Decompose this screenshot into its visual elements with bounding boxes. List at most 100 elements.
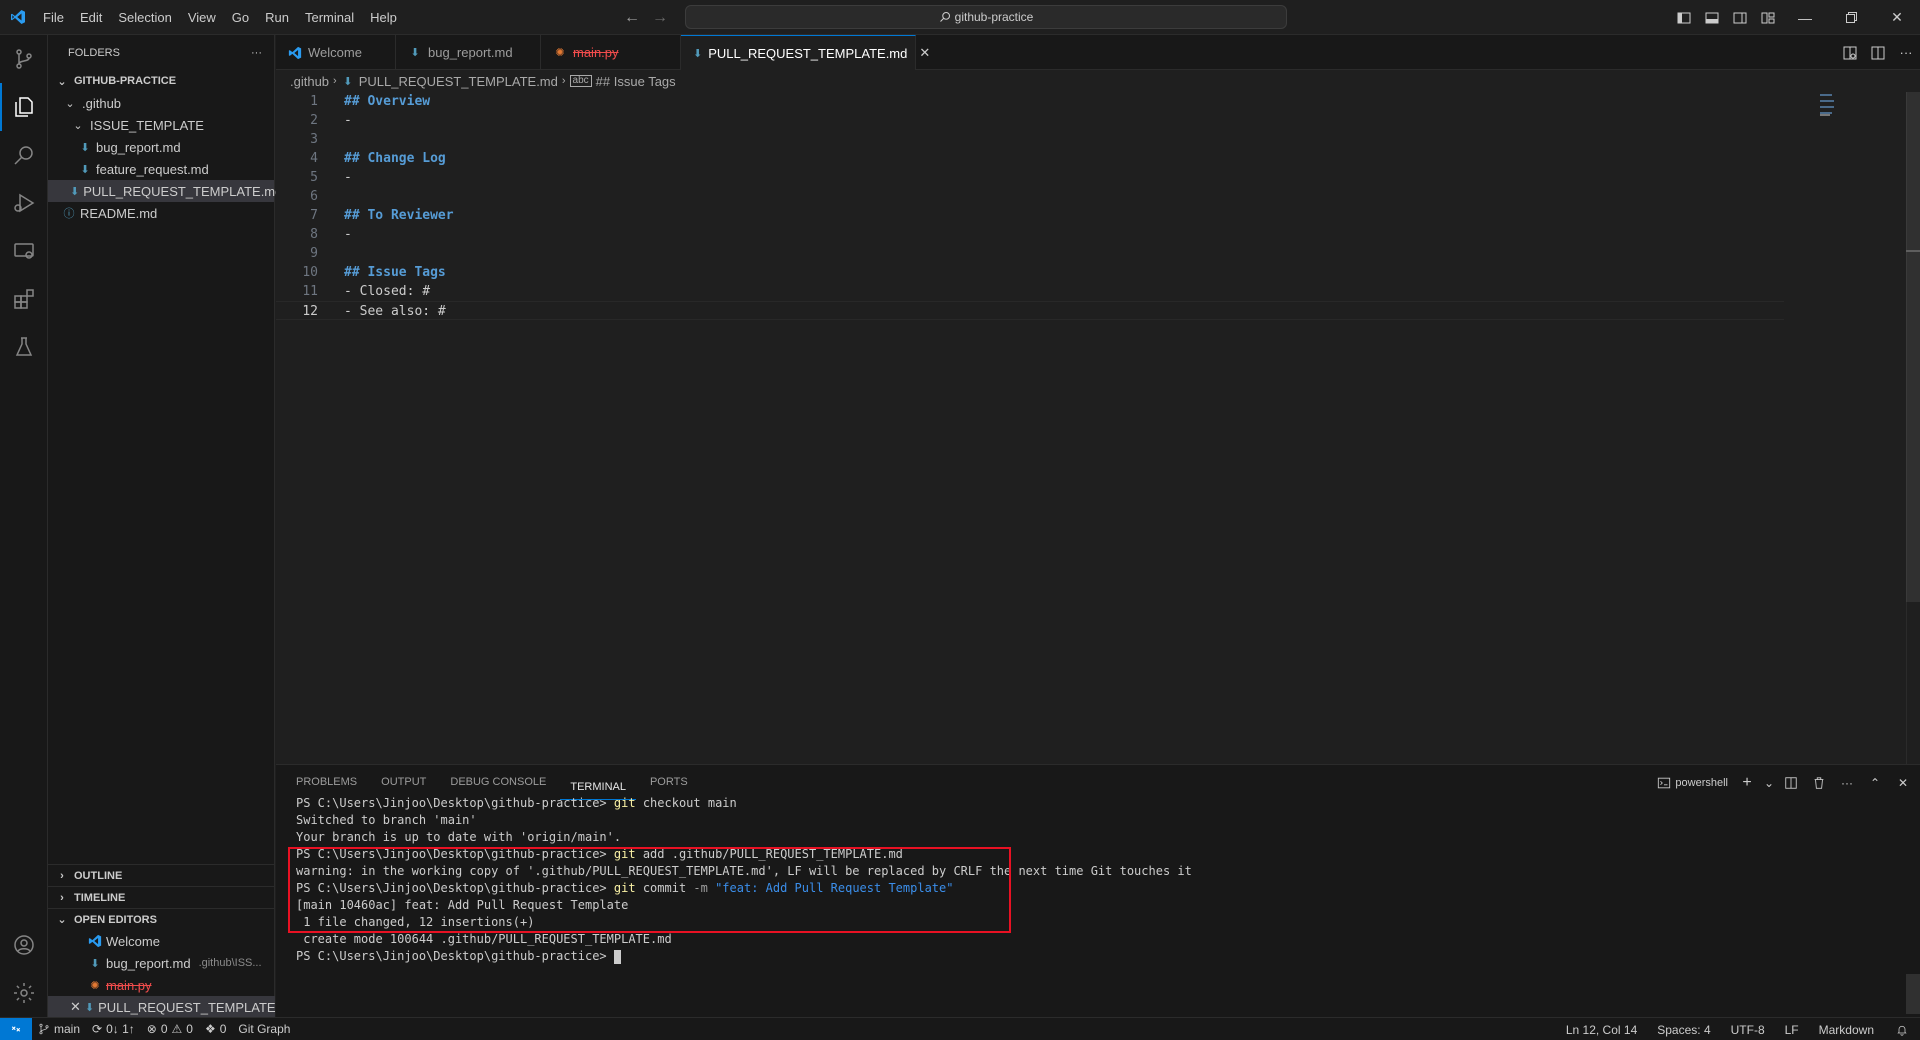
terminal-cursor	[613, 949, 621, 964]
restore-icon[interactable]	[1828, 0, 1874, 35]
menu-run[interactable]: Run	[257, 0, 297, 35]
command-center-search[interactable]: github-practice	[685, 5, 1287, 29]
breadcrumb-github[interactable]: .github	[290, 74, 329, 89]
timeline-section[interactable]: › TIMELINE	[48, 886, 275, 908]
more-actions-icon[interactable]: ···	[1834, 770, 1860, 796]
terminal-line: create mode 100644 .github/PULL_REQUEST_…	[296, 932, 672, 946]
maximize-panel-chevron-up-icon[interactable]: ⌃	[1862, 770, 1888, 796]
tree-file-bug-report[interactable]: ⬇ bug_report.md	[48, 136, 274, 158]
chevron-down-icon[interactable]: ⌄	[1762, 770, 1776, 796]
symbol-string-icon: abc	[569, 75, 592, 87]
editor-scrollbar[interactable]	[1906, 92, 1920, 764]
open-editor-pull-request-template[interactable]: ✕ ⬇ PULL_REQUEST_TEMPLATE...	[48, 996, 286, 1018]
tree-folder-issue-template[interactable]: ⌄ ISSUE_TEMPLATE	[48, 114, 274, 136]
end-of-line[interactable]: LF	[1775, 1023, 1809, 1037]
split-editor-icon[interactable]	[1864, 35, 1892, 70]
python-file-icon: ✺	[555, 47, 565, 59]
forward-arrow-icon[interactable]: →	[652, 9, 668, 27]
account-icon[interactable]	[0, 921, 48, 969]
tab-pull-request-template[interactable]: ⬇ PULL_REQUEST_TEMPLATE.md ✕	[681, 35, 930, 70]
bottom-panel: PROBLEMS OUTPUT DEBUG CONSOLE TERMINAL P…	[276, 764, 1920, 1017]
open-editor-welcome[interactable]: Welcome	[48, 930, 275, 952]
menu-terminal[interactable]: Terminal	[297, 0, 362, 35]
back-arrow-icon[interactable]: ←	[624, 9, 640, 27]
open-editor-main-py[interactable]: ✺ main.py	[48, 974, 275, 996]
tab-welcome[interactable]: Welcome	[276, 35, 396, 70]
activity-bar	[0, 35, 48, 1017]
scrollbar-thumb[interactable]	[1906, 974, 1920, 1014]
language-mode[interactable]: Markdown	[1809, 1023, 1884, 1037]
editor-line: 1 ## Overview	[310, 94, 431, 109]
search-view-icon[interactable]	[0, 131, 48, 179]
vscode-logo-icon	[288, 46, 302, 59]
menu-edit[interactable]: Edit	[72, 0, 110, 35]
git-branch-icon	[39, 1023, 49, 1035]
close-panel-icon[interactable]: ✕	[1890, 770, 1916, 796]
editor-line: 8-	[310, 227, 352, 242]
extensions-icon[interactable]	[0, 275, 48, 323]
tab-bug-report[interactable]: ⬇ bug_report.md	[396, 35, 541, 70]
minimap[interactable]	[1784, 92, 1904, 764]
notifications-bell-icon[interactable]	[1884, 1024, 1920, 1036]
manage-gear-icon[interactable]	[0, 969, 48, 1017]
vscode-logo-icon	[88, 934, 102, 948]
tree-file-feature-request[interactable]: ⬇ feature_request.md	[48, 158, 274, 180]
menu-go[interactable]: Go	[224, 0, 257, 35]
terminal-scrollbar[interactable]	[1906, 800, 1920, 1018]
more-actions-icon[interactable]: ···	[251, 47, 262, 59]
minimize-icon[interactable]: —	[1782, 0, 1828, 35]
tab-main-py[interactable]: ✺ main.py	[541, 35, 681, 70]
source-control-icon[interactable]	[0, 35, 48, 83]
toggle-panel-icon[interactable]	[1698, 0, 1726, 35]
toggle-primary-sidebar-icon[interactable]	[1670, 0, 1698, 35]
close-tab-icon[interactable]: ✕	[919, 45, 930, 61]
tree-folder-github[interactable]: ⌄ .github	[48, 92, 274, 114]
testing-icon[interactable]	[0, 323, 48, 371]
close-window-icon[interactable]: ✕	[1874, 0, 1920, 35]
encoding[interactable]: UTF-8	[1721, 1023, 1775, 1037]
editor-line: 10 ## Issue Tags	[302, 265, 446, 280]
breadcrumb-file[interactable]: PULL_REQUEST_TEMPLATE.md	[359, 74, 558, 89]
highlight-annotation-box	[288, 847, 1011, 933]
close-icon[interactable]: ✕	[70, 999, 81, 1015]
menu-view[interactable]: View	[180, 0, 224, 35]
remote-explorer-icon[interactable]	[0, 227, 48, 275]
kill-terminal-trash-icon[interactable]	[1806, 770, 1832, 796]
toggle-secondary-sidebar-icon[interactable]	[1726, 0, 1754, 35]
cursor-position[interactable]: Ln 12, Col 14	[1556, 1023, 1647, 1037]
more-actions-icon[interactable]: ···	[1892, 35, 1920, 70]
open-editors-section[interactable]: ⌄ OPEN EDITORS	[48, 908, 275, 930]
indentation[interactable]: Spaces: 4	[1647, 1023, 1720, 1037]
outline-section[interactable]: › OUTLINE	[48, 864, 275, 886]
menu-selection[interactable]: Selection	[110, 0, 179, 35]
ports-status[interactable]: ❖ 0	[199, 1022, 232, 1036]
customize-layout-icon[interactable]	[1754, 0, 1782, 35]
git-graph-status[interactable]: Git Graph	[232, 1022, 296, 1036]
open-preview-icon[interactable]	[1836, 35, 1864, 70]
terminal-shell-selector[interactable]: powershell	[1653, 776, 1732, 790]
menu-help[interactable]: Help	[362, 0, 405, 35]
editor-actions: ···	[1836, 35, 1920, 70]
markdown-file-icon: ⬇	[90, 957, 100, 970]
chevron-down-icon: ⌄	[73, 119, 83, 132]
scrollbar-thumb[interactable]	[1906, 92, 1920, 602]
title-bar-controls: — ✕	[1670, 0, 1920, 35]
menu-file[interactable]: File	[35, 0, 72, 35]
explorer-icon[interactable]	[0, 83, 48, 131]
sync-status[interactable]: ⟳ 0↓ 1↑	[86, 1022, 141, 1036]
workspace-root[interactable]: ⌄ GITHUB-PRACTICE	[48, 70, 274, 92]
breadcrumb-symbol[interactable]: ## Issue Tags	[596, 74, 676, 89]
open-editor-bug-report[interactable]: ⬇ bug_report.md .github\ISS...	[48, 952, 275, 974]
code-editor[interactable]: 1 ## Overview 2- 3 4 ## Change Log 5- 6 7 #…	[276, 92, 1920, 764]
info-icon: ⓘ	[63, 208, 75, 220]
split-terminal-icon[interactable]	[1778, 770, 1804, 796]
breadcrumb: .github › ⬇ PULL_REQUEST_TEMPLATE.md › a…	[276, 70, 676, 92]
remote-indicator-icon[interactable]	[0, 1017, 32, 1040]
tree-file-readme[interactable]: ⓘ README.md	[48, 202, 274, 224]
editor-tabs: Welcome ⬇ bug_report.md ✺ main.py ⬇ PULL…	[276, 35, 1920, 70]
branch-status[interactable]: main	[32, 1022, 86, 1036]
new-terminal-plus-icon[interactable]: +	[1734, 770, 1760, 796]
run-debug-icon[interactable]	[0, 179, 48, 227]
problems-status[interactable]: ⊗ 0 ⚠ 0	[141, 1022, 199, 1036]
tree-file-pull-request-template[interactable]: ⬇ PULL_REQUEST_TEMPLATE.md	[48, 180, 282, 202]
